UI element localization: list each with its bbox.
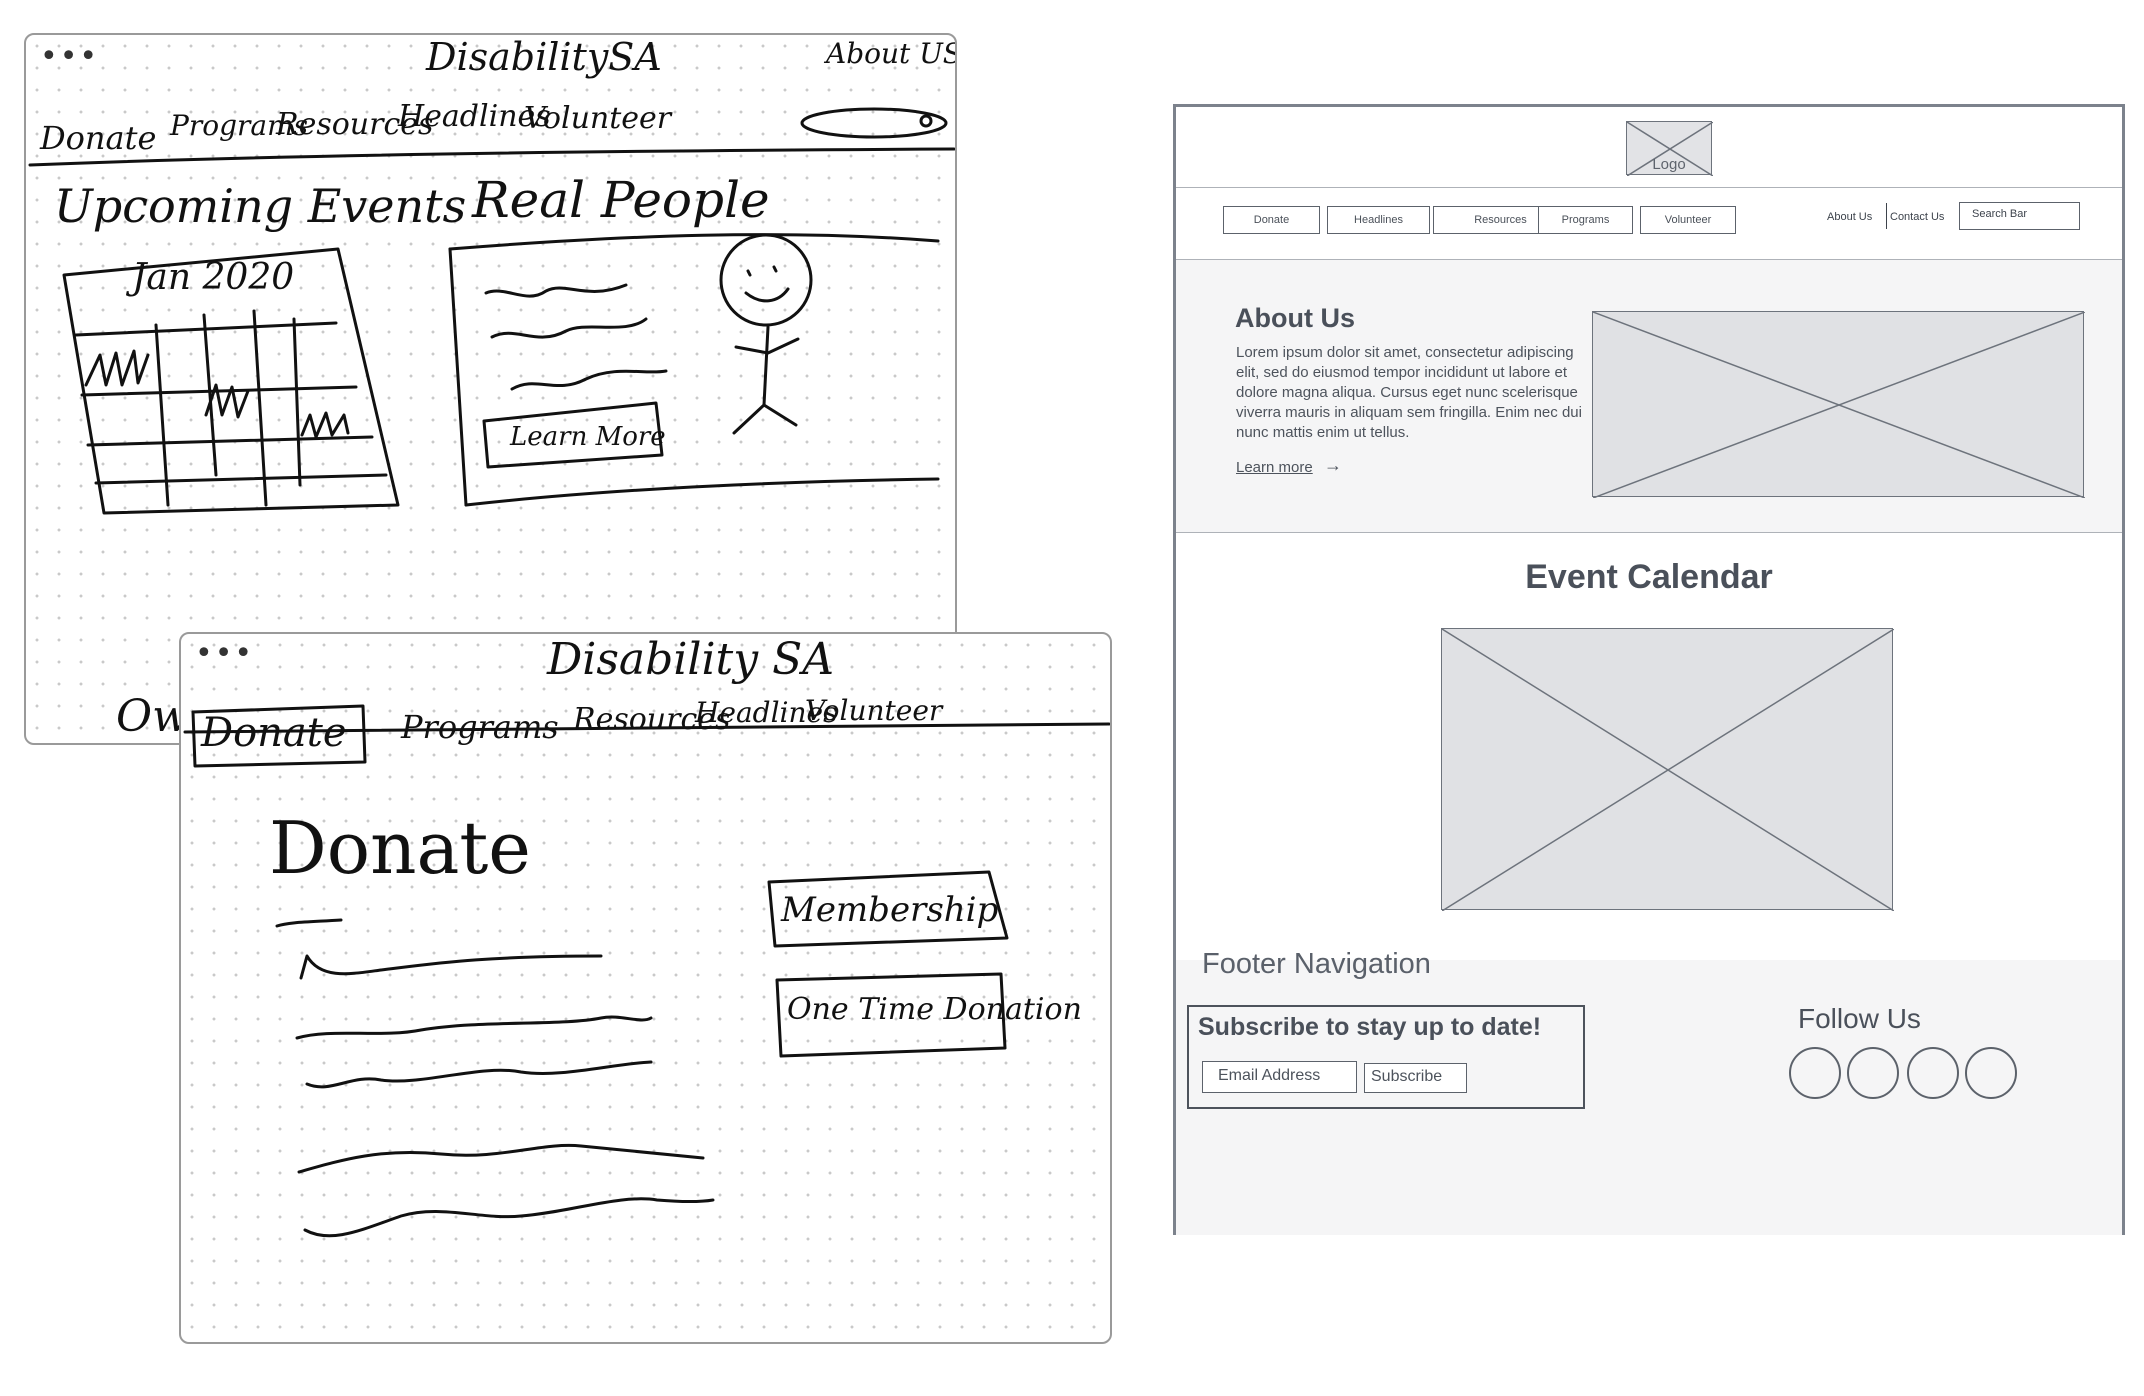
contact-us-link[interactable]: Contact Us <box>1890 211 1944 223</box>
link-separator <box>1886 203 1887 229</box>
subscribe-title: Subscribe to stay up to date! <box>1198 1013 1542 1041</box>
learn-more-link[interactable]: Learn more <box>1236 459 1313 476</box>
follow-title: Follow Us <box>1798 1003 1921 1034</box>
social-icon-4[interactable] <box>1965 1047 2017 1099</box>
calendar-title: Event Calendar <box>1525 558 1773 596</box>
subscribe-button[interactable]: Subscribe <box>1364 1063 1467 1093</box>
logo-placeholder[interactable]: Logo <box>1626 121 1713 176</box>
sketch-donate-ink <box>183 704 1110 1238</box>
nav-programs-button[interactable]: Programs <box>1538 206 1633 234</box>
social-icon-2[interactable] <box>1847 1047 1899 1099</box>
about-image-placeholder <box>1592 311 2085 498</box>
footer-title: Footer Navigation <box>1202 948 1431 980</box>
sketch-donate-window: ••• Disability SA Donate Programs Resour… <box>179 632 1112 1344</box>
about-divider <box>1176 532 2122 533</box>
about-text: Lorem ipsum dolor sit amet, consectetur … <box>1236 344 1582 441</box>
calendar-placeholder[interactable] <box>1441 628 1894 911</box>
arrow-right-icon[interactable]: → <box>1324 455 1342 476</box>
logo-label: Logo <box>1652 156 1686 173</box>
about-title: About Us <box>1235 303 1355 333</box>
email-field[interactable]: Email Address <box>1202 1061 1357 1093</box>
about-us-link[interactable]: About Us <box>1827 211 1872 223</box>
social-icon-3[interactable] <box>1907 1047 1959 1099</box>
calendar-cross-icon <box>1442 629 1894 911</box>
image-cross-icon <box>1593 312 2085 498</box>
nav-volunteer-button[interactable]: Volunteer <box>1640 206 1736 234</box>
header-divider <box>1176 187 2122 188</box>
search-input[interactable]: Search Bar <box>1959 202 2080 230</box>
nav-headlines-button[interactable]: Headlines <box>1327 206 1430 234</box>
wireframe-page: Logo Donate Headlines Resources Programs… <box>1173 104 2125 1235</box>
nav-donate-button[interactable]: Donate <box>1223 206 1320 234</box>
social-icon-1[interactable] <box>1789 1047 1841 1099</box>
